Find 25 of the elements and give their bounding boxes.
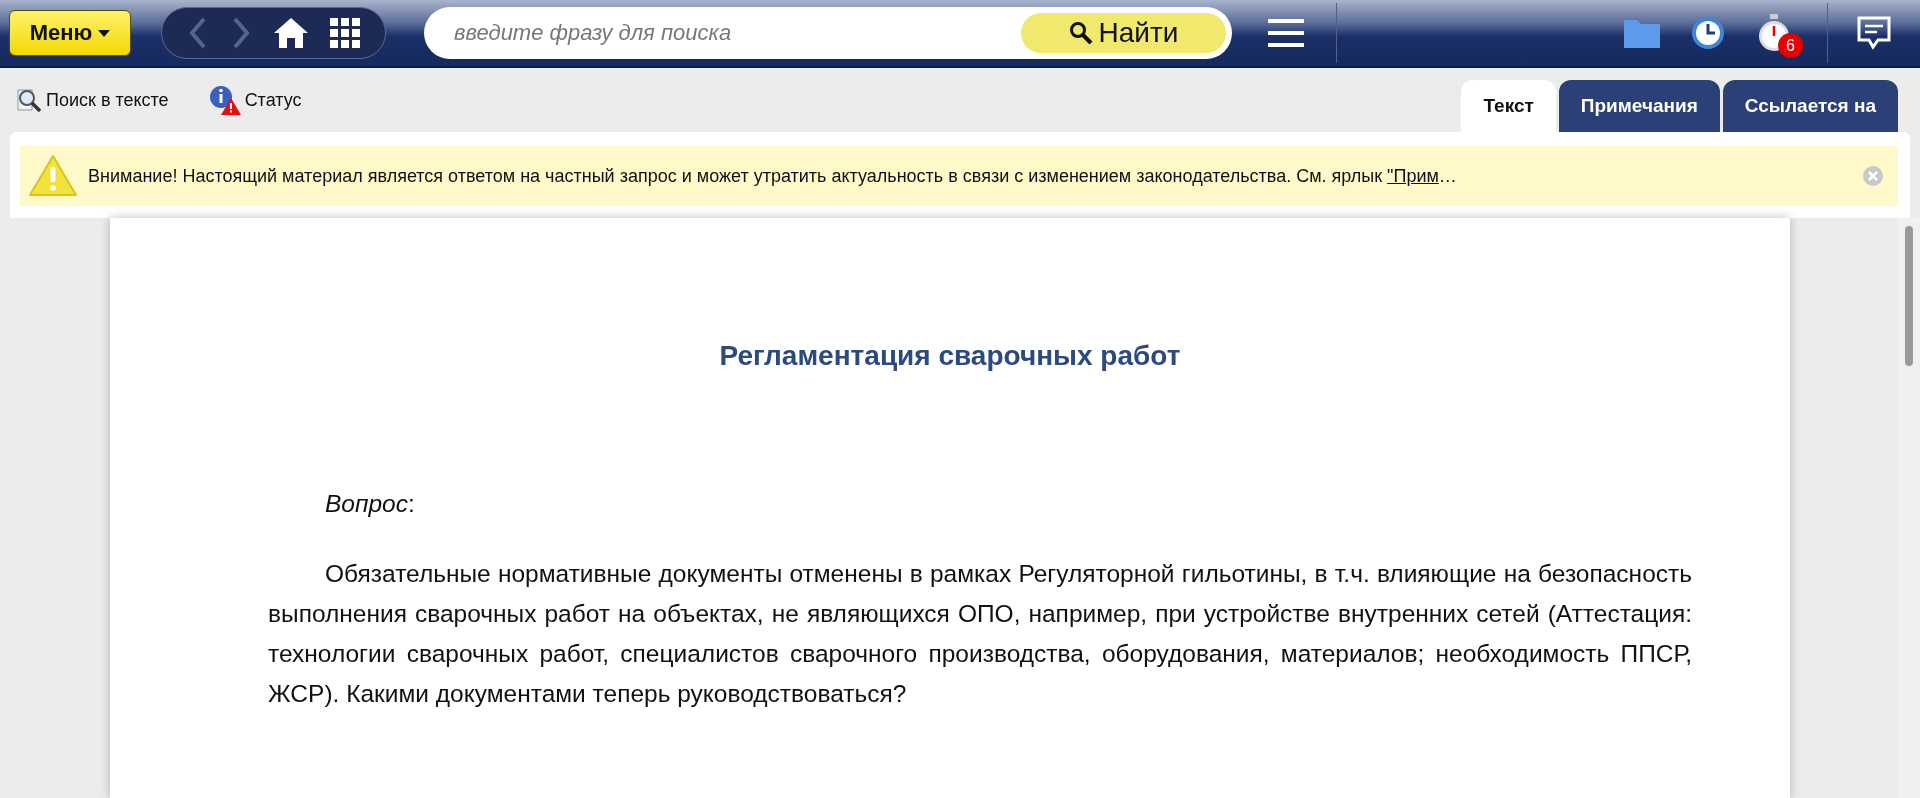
caret-icon <box>98 29 111 37</box>
find-button[interactable]: Найти <box>1021 13 1226 53</box>
document-title: Регламентация сварочных работ <box>718 340 1182 372</box>
document-paragraph: Вопрос: <box>324 489 416 519</box>
home-icon[interactable] <box>273 17 310 49</box>
menu-icon[interactable] <box>1268 18 1304 48</box>
toolbar-action[interactable]: Статус <box>208 85 302 115</box>
info-warning-icon <box>208 85 241 115</box>
tab[interactable]: Примечания <box>1558 80 1720 132</box>
folder-icon[interactable] <box>1623 17 1661 49</box>
search-field[interactable]: введите фразу для поиска Найти <box>424 7 1232 59</box>
notes-link[interactable]: "Прим <box>1387 165 1439 186</box>
chat-icon[interactable] <box>1856 16 1892 50</box>
toolbar-action[interactable]: Поиск в тексте <box>16 87 169 113</box>
menu-button[interactable]: Меню <box>9 10 131 56</box>
grid-icon[interactable] <box>330 18 361 48</box>
tab[interactable]: Текст <box>1461 80 1556 132</box>
search-icon <box>16 87 42 113</box>
warning-icon <box>28 154 78 198</box>
notification-badge: 6 <box>1778 33 1803 58</box>
warning-text: Внимание! Настоящий материал является ответом на частный запрос и может утратить актуальность в связи с изменением законодательства. См. ярлык "Прим… <box>88 165 1457 187</box>
search-icon <box>1068 21 1093 45</box>
tab[interactable]: Ссылается на <box>1722 80 1898 132</box>
document-paragraph: Обязательные нормативные документы отменены в рамках Регуляторной гильотины, в т.ч. влияющие на безопасность выполнения сварочных работ на объектах, не являющихся ОПО, например, при устройстве внутренних сетей (Аттестация: технологии сварочных работ, специалистов сварочного производства, оборудования, материалов; необходимость ППСР, ЖСР). Какими документами теперь руководствоваться? <box>267 559 1693 709</box>
scrollbar-thumb[interactable] <box>1905 226 1913 366</box>
